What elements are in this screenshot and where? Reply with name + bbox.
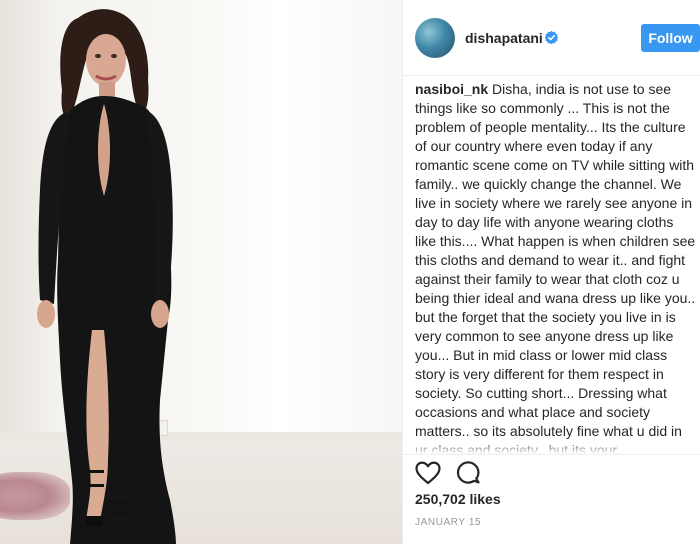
comment-author-link[interactable]: nasiboi_nk [415,81,488,97]
comment-icon[interactable] [454,459,482,487]
comment-text: Disha, india is not use to see things li… [415,81,696,477]
comment-fade [403,440,700,454]
comment: nasiboi_nk Disha, india is not use to se… [415,80,697,479]
likes-count[interactable]: 250,702 likes [415,491,501,507]
heart-icon[interactable] [414,459,442,487]
post-photo[interactable] [0,0,402,544]
woman-figure [37,9,177,544]
post-actions: 250,702 likes JANUARY 15 [403,454,700,544]
post-date[interactable]: JANUARY 15 [415,517,481,528]
post-header: dishapatani Follow [403,0,700,76]
avatar[interactable] [415,18,455,58]
post-side-panel: dishapatani Follow nasiboi_nk Disha, ind… [402,0,700,544]
follow-button[interactable]: Follow [641,24,700,52]
username-link[interactable]: dishapatani [465,30,543,46]
instagram-post: dishapatani Follow nasiboi_nk Disha, ind… [0,0,700,544]
verified-badge-icon [544,30,559,45]
